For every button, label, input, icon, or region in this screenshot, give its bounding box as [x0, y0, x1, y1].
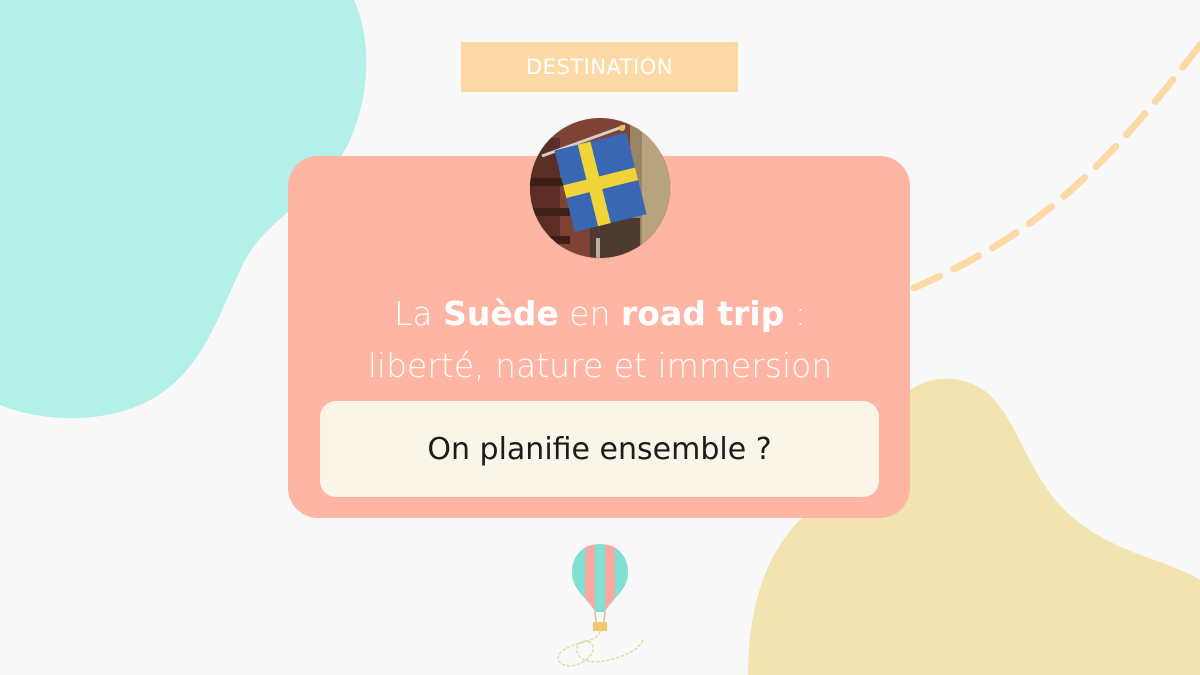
destination-tag: DESTINATION — [461, 42, 738, 92]
headline-country: Suède — [443, 294, 559, 333]
hot-air-balloon-icon — [557, 544, 644, 667]
plan-together-button[interactable]: On planifie ensemble ? — [320, 401, 879, 497]
swedish-flag-photo — [530, 118, 670, 258]
headline-line-2: liberté, nature et immersion — [367, 346, 833, 385]
headline-text: en — [558, 294, 622, 333]
dashed-path — [901, 41, 1200, 296]
headline-text: : — [784, 294, 806, 333]
headline-theme: road trip — [621, 294, 785, 333]
swedish-flag-image — [530, 118, 670, 258]
plan-together-label: On planifie ensemble ? — [427, 431, 772, 467]
headline-text: La — [394, 294, 444, 333]
headline-line-1: La Suède en road trip : — [300, 288, 900, 340]
destination-tag-label: DESTINATION — [526, 55, 673, 79]
headline: La Suède en road trip : liberté, nature … — [300, 288, 900, 392]
